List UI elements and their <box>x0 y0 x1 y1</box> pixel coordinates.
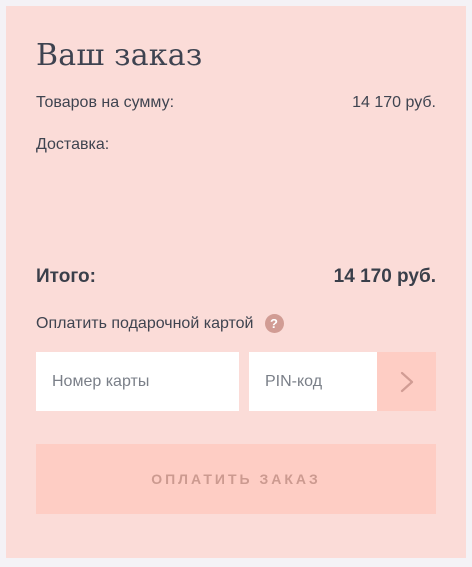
order-title: Ваш заказ <box>36 38 203 73</box>
gift-card-pin-input[interactable] <box>249 352 377 411</box>
delivery-row: Доставка: <box>36 136 436 154</box>
delivery-label: Доставка: <box>36 136 110 153</box>
help-icon[interactable]: ? <box>264 314 284 333</box>
goods-total-value: 14 170 руб. <box>352 94 436 111</box>
grand-total-value: 14 170 руб. <box>333 266 436 287</box>
gift-card-number-input[interactable] <box>36 352 239 411</box>
grand-total-label: Итого: <box>36 266 96 287</box>
goods-total-row: Товаров на сумму: 14 170 руб. <box>36 94 436 112</box>
gift-card-section-header: Оплатить подарочной картой ? <box>36 314 284 333</box>
goods-total-label: Товаров на сумму: <box>36 94 175 111</box>
apply-gift-card-button[interactable] <box>377 352 436 411</box>
order-summary-card: Ваш заказ Товаров на сумму: 14 170 руб. … <box>6 6 466 558</box>
chevron-right-icon <box>400 371 413 392</box>
grand-total-row: Итого: 14 170 руб. <box>36 266 436 288</box>
pay-order-button[interactable]: ОПЛАТИТЬ ЗАКАЗ <box>36 444 436 514</box>
gift-card-label: Оплатить подарочной картой <box>36 314 254 332</box>
